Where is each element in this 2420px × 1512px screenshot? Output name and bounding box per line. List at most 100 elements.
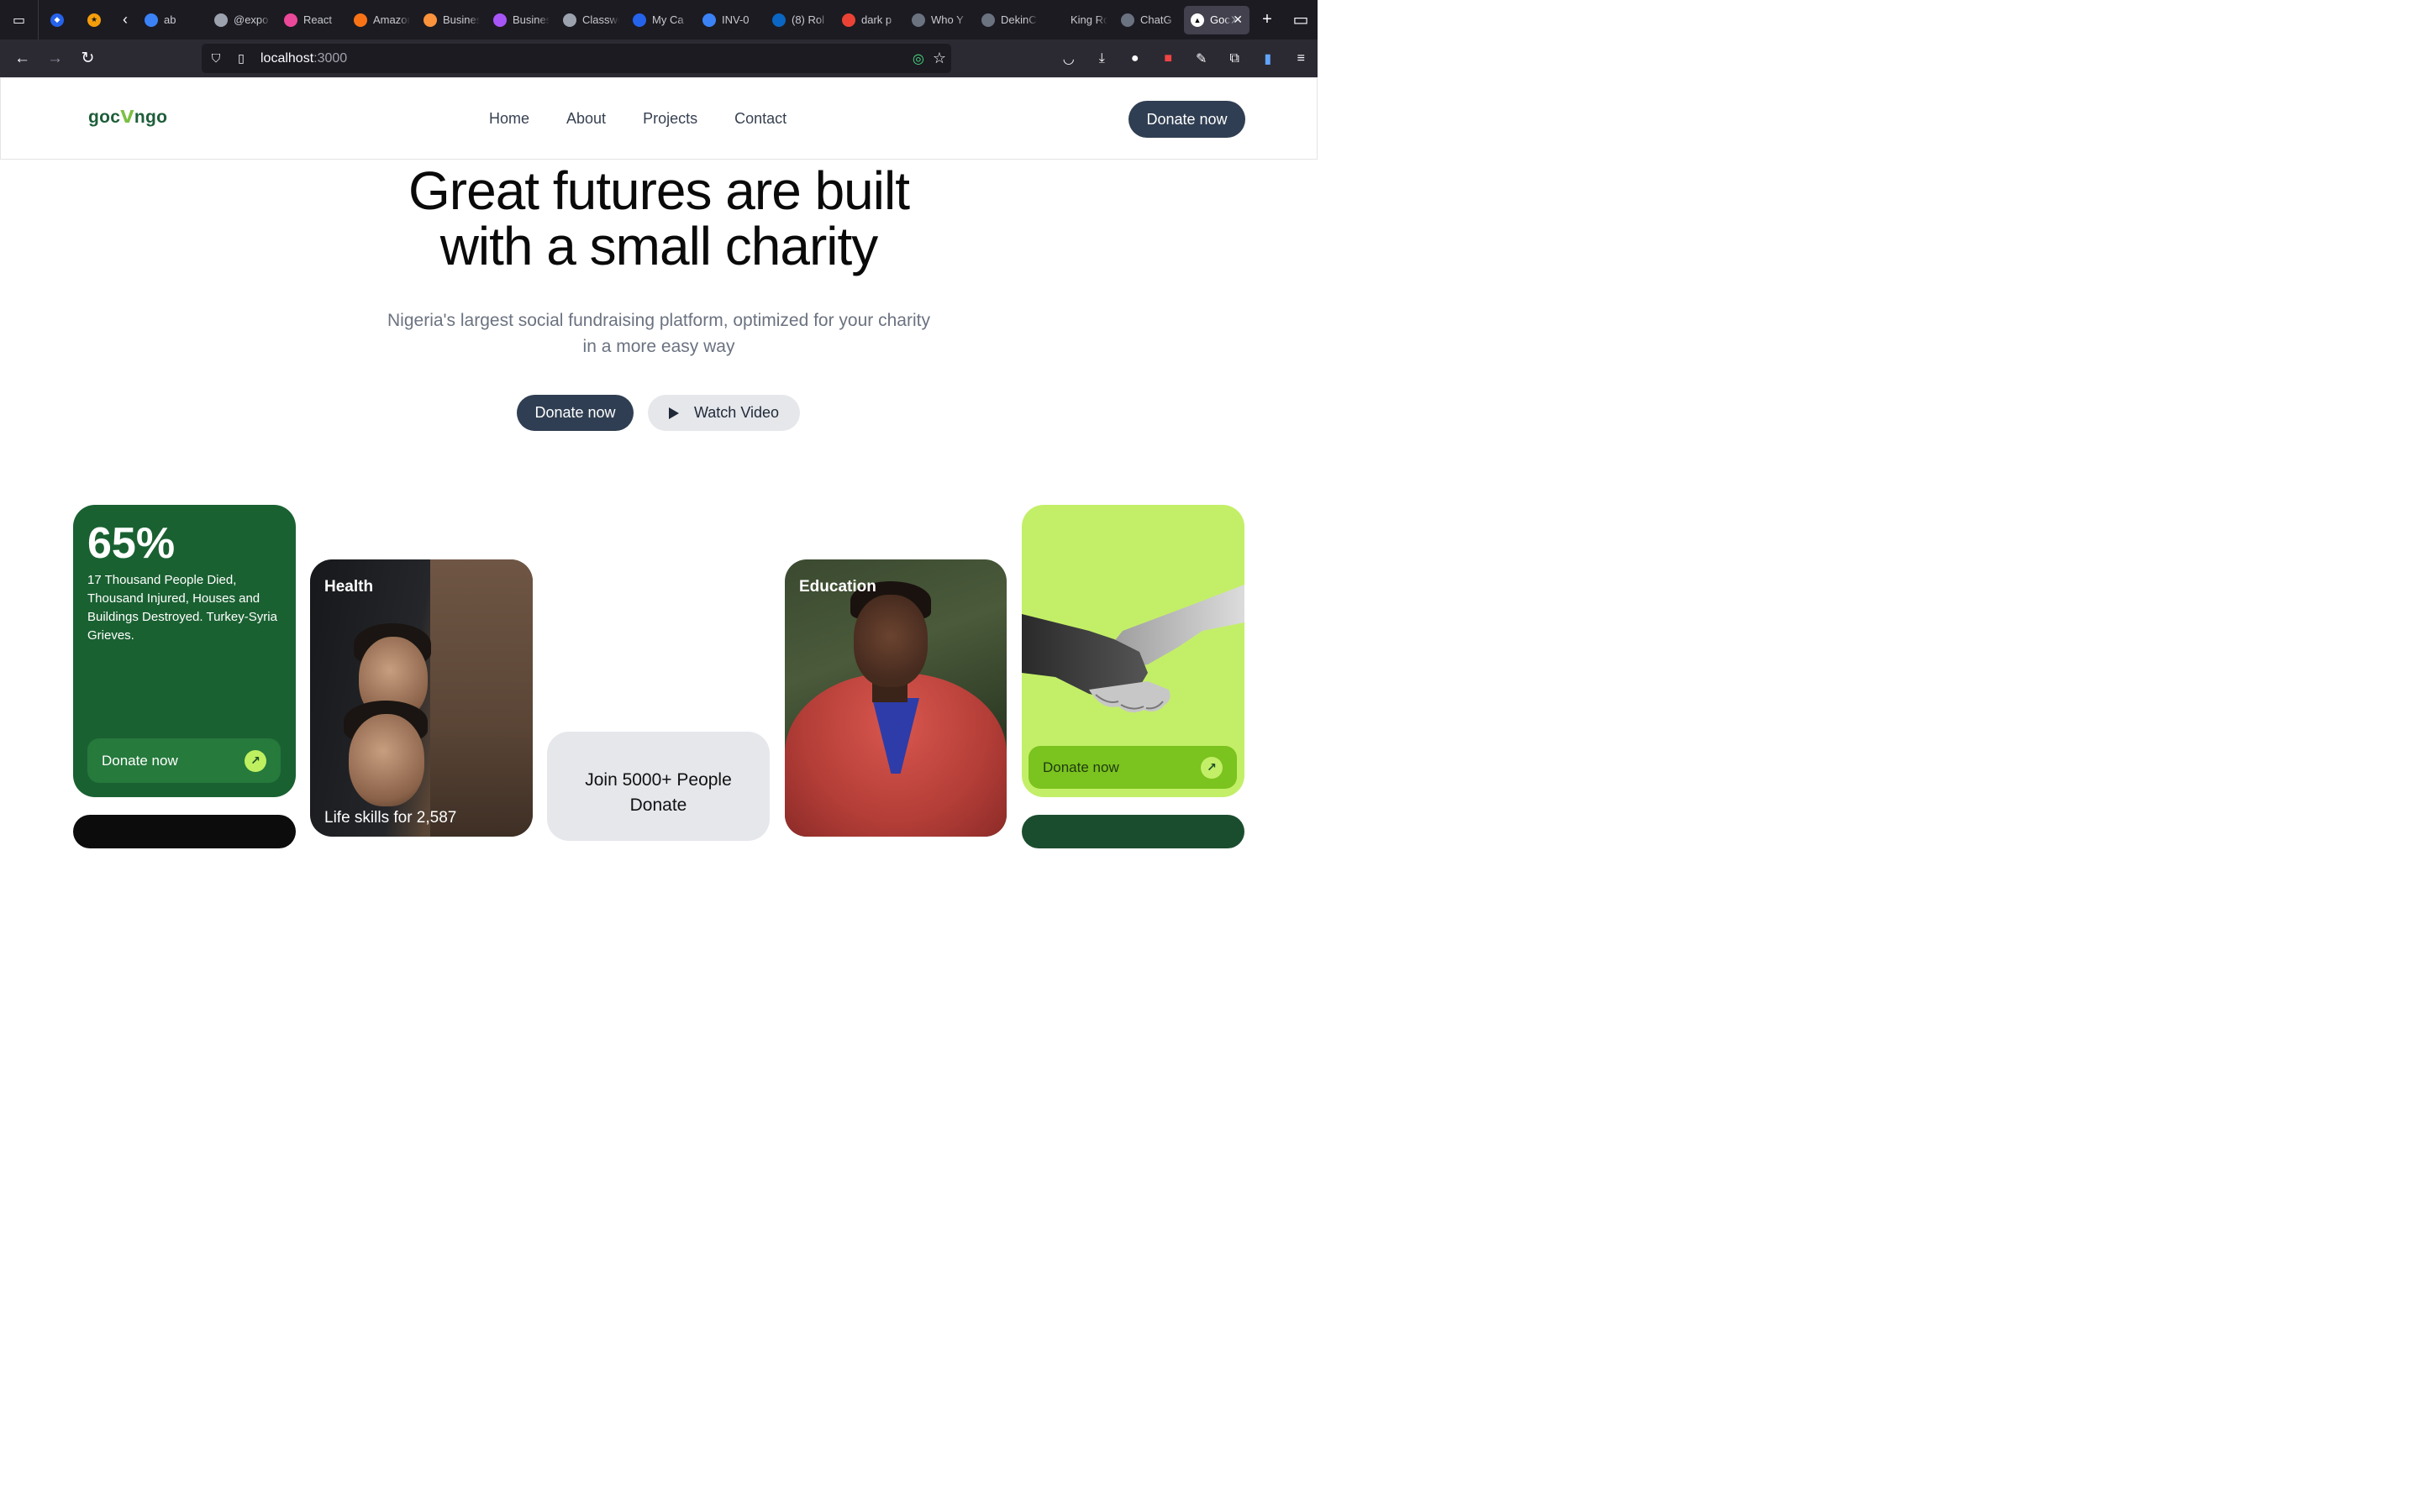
tab-favicon-icon: [424, 13, 437, 27]
tab-favicon-icon: [493, 13, 507, 27]
tab-favicon-icon: [981, 13, 995, 27]
url-bar[interactable]: ⛉ ▯ localhost:3000 ◎ ☆: [202, 44, 951, 73]
watch-video-label: Watch Video: [693, 404, 780, 421]
watch-video-button[interactable]: Watch Video: [648, 395, 800, 431]
browser-tab[interactable]: My Ca: [626, 6, 696, 34]
new-tab-icon[interactable]: +: [1250, 10, 1284, 29]
health-photo-wall: [430, 559, 533, 837]
tab-label: dark p: [861, 13, 892, 26]
menu-about[interactable]: About: [566, 110, 606, 128]
arrow-up-right-icon: ↗: [245, 749, 266, 772]
browser-tab[interactable]: dark p: [835, 6, 905, 34]
tab-favicon-icon: [1051, 13, 1065, 27]
leaf-icon: ᐯ: [120, 108, 134, 127]
shield-icon[interactable]: ⛉: [203, 51, 229, 66]
tab-overview-icon[interactable]: ▭: [0, 0, 39, 39]
menu-contact[interactable]: Contact: [734, 110, 786, 128]
back-icon[interactable]: ←: [6, 39, 39, 77]
pinned-tab-diamond[interactable]: ◆: [39, 0, 76, 39]
extension-blue-icon[interactable]: ▮: [1251, 50, 1285, 67]
tab-favicon-icon: [1121, 13, 1134, 27]
download-icon[interactable]: ⤓: [1086, 51, 1119, 66]
browser-tab[interactable]: King Rober: [1044, 6, 1114, 34]
join-card: Join 5000+ People Donate: [547, 732, 770, 841]
tab-favicon-icon: [145, 13, 158, 27]
site-logo[interactable]: gocᐯngo: [88, 107, 167, 128]
join-text: Join 5000+ People Donate: [547, 768, 770, 818]
url-text: localhost:3000: [260, 51, 347, 66]
browser-nav-bar: ← → ↻ ⛉ ▯ localhost:3000 ◎ ☆ ◡ ⤓ ● ■ ✎ ⧉…: [0, 39, 1318, 77]
tab-label: Business: [443, 13, 480, 26]
handshake-card: Donate now ↗: [1022, 505, 1244, 797]
header-donate-button[interactable]: Donate now: [1128, 101, 1245, 138]
tab-label: ChatG: [1140, 13, 1172, 26]
tab-scroll-left-icon[interactable]: ‹: [113, 0, 138, 39]
join-line-1: Join 5000+ People: [585, 770, 732, 790]
menu-home[interactable]: Home: [489, 110, 529, 128]
tab-favicon-icon: [633, 13, 646, 27]
tab-favicon-icon: [842, 13, 855, 27]
url-host: localhost: [260, 50, 314, 66]
hero-subtitle: Nigeria's largest social fundraising pla…: [387, 311, 930, 356]
join-line-2: Donate: [629, 795, 687, 815]
tab-favicon-icon: [772, 13, 786, 27]
browser-tab[interactable]: ChatG: [1114, 6, 1184, 34]
browser-tab[interactable]: DekinC: [975, 6, 1044, 34]
browser-tab[interactable]: (8) Rol: [765, 6, 835, 34]
handshake-donate-button[interactable]: Donate now ↗: [1028, 746, 1237, 789]
education-label: Education: [799, 578, 876, 596]
tab-label: React: [303, 13, 332, 26]
browser-tab[interactable]: Classwork: [556, 6, 626, 34]
health-label: Health: [324, 578, 374, 596]
tab-label: Amazon: [373, 13, 410, 26]
tab-scroll-right-icon[interactable]: ›: [1217, 10, 1250, 29]
tab-label: INV-0: [722, 13, 750, 26]
browser-tab[interactable]: Business: [487, 6, 556, 34]
tab-label: ab: [164, 13, 176, 26]
hero-title-line-2: with a small charity: [439, 216, 879, 276]
extension-red-icon[interactable]: ■: [1152, 51, 1186, 66]
browser-tab[interactable]: Who Y: [905, 6, 975, 34]
tab-label: (8) Rol: [792, 13, 825, 26]
tab-favicon-icon: [214, 13, 228, 27]
extension-status-icon[interactable]: ◎: [913, 50, 924, 67]
forward-icon[interactable]: →: [39, 39, 71, 77]
browser-tab[interactable]: INV-0: [696, 6, 765, 34]
extension-pen-icon[interactable]: ✎: [1185, 50, 1218, 67]
browser-tab[interactable]: React: [277, 6, 347, 34]
menu-projects[interactable]: Projects: [643, 110, 697, 128]
reload-icon[interactable]: ↻: [71, 39, 104, 77]
health-card[interactable]: Health Life skills for 2,587: [310, 559, 533, 837]
handshake-donate-label: Donate now: [1043, 759, 1119, 775]
play-icon: [668, 407, 679, 419]
menu-icon[interactable]: ≡: [1285, 51, 1318, 66]
hero-title: Great futures are built with a small cha…: [323, 163, 995, 274]
person-face: [854, 595, 928, 687]
tab-label: Who Y: [931, 13, 964, 26]
page-icon: ▯: [238, 51, 245, 65]
arrow-up-right-icon: ↗: [1201, 756, 1223, 779]
browser-tab[interactable]: Amazon: [347, 6, 417, 34]
health-caption: Life skills for 2,587: [324, 809, 457, 827]
tab-label: King Rober: [1071, 13, 1107, 26]
pocket-icon[interactable]: ◡: [1052, 50, 1086, 67]
site-header: gocᐯngo Home About Projects Contact Dona…: [0, 77, 1318, 160]
education-card[interactable]: Education: [785, 559, 1007, 837]
pinned-tab-star[interactable]: ★: [76, 0, 113, 39]
stat-card: 65% 17 Thousand People Died, Thousand In…: [73, 505, 296, 797]
bookmark-star-icon[interactable]: ☆: [933, 50, 946, 67]
window-icon[interactable]: ▭: [1284, 9, 1318, 30]
next-row-card-green: [1022, 815, 1244, 848]
browser-tab[interactable]: Business: [417, 6, 487, 34]
extensions-icon[interactable]: ⧉: [1218, 51, 1252, 66]
tab-label: DekinC: [1001, 13, 1037, 26]
browser-tab-bar: ▭ ◆ ★ ‹ ab @expo React Amazon Business Busine…: [0, 0, 1318, 39]
profile-icon[interactable]: ●: [1118, 51, 1152, 66]
hero-donate-button[interactable]: Donate now: [517, 395, 634, 431]
stat-donate-button[interactable]: Donate now ↗: [87, 738, 281, 783]
browser-tab[interactable]: @expo: [208, 6, 277, 34]
tab-favicon-icon: [563, 13, 576, 27]
next-row-card-dark: [73, 815, 296, 848]
hero-title-line-1: Great futures are built: [408, 160, 910, 221]
browser-tab[interactable]: ab: [138, 6, 208, 34]
